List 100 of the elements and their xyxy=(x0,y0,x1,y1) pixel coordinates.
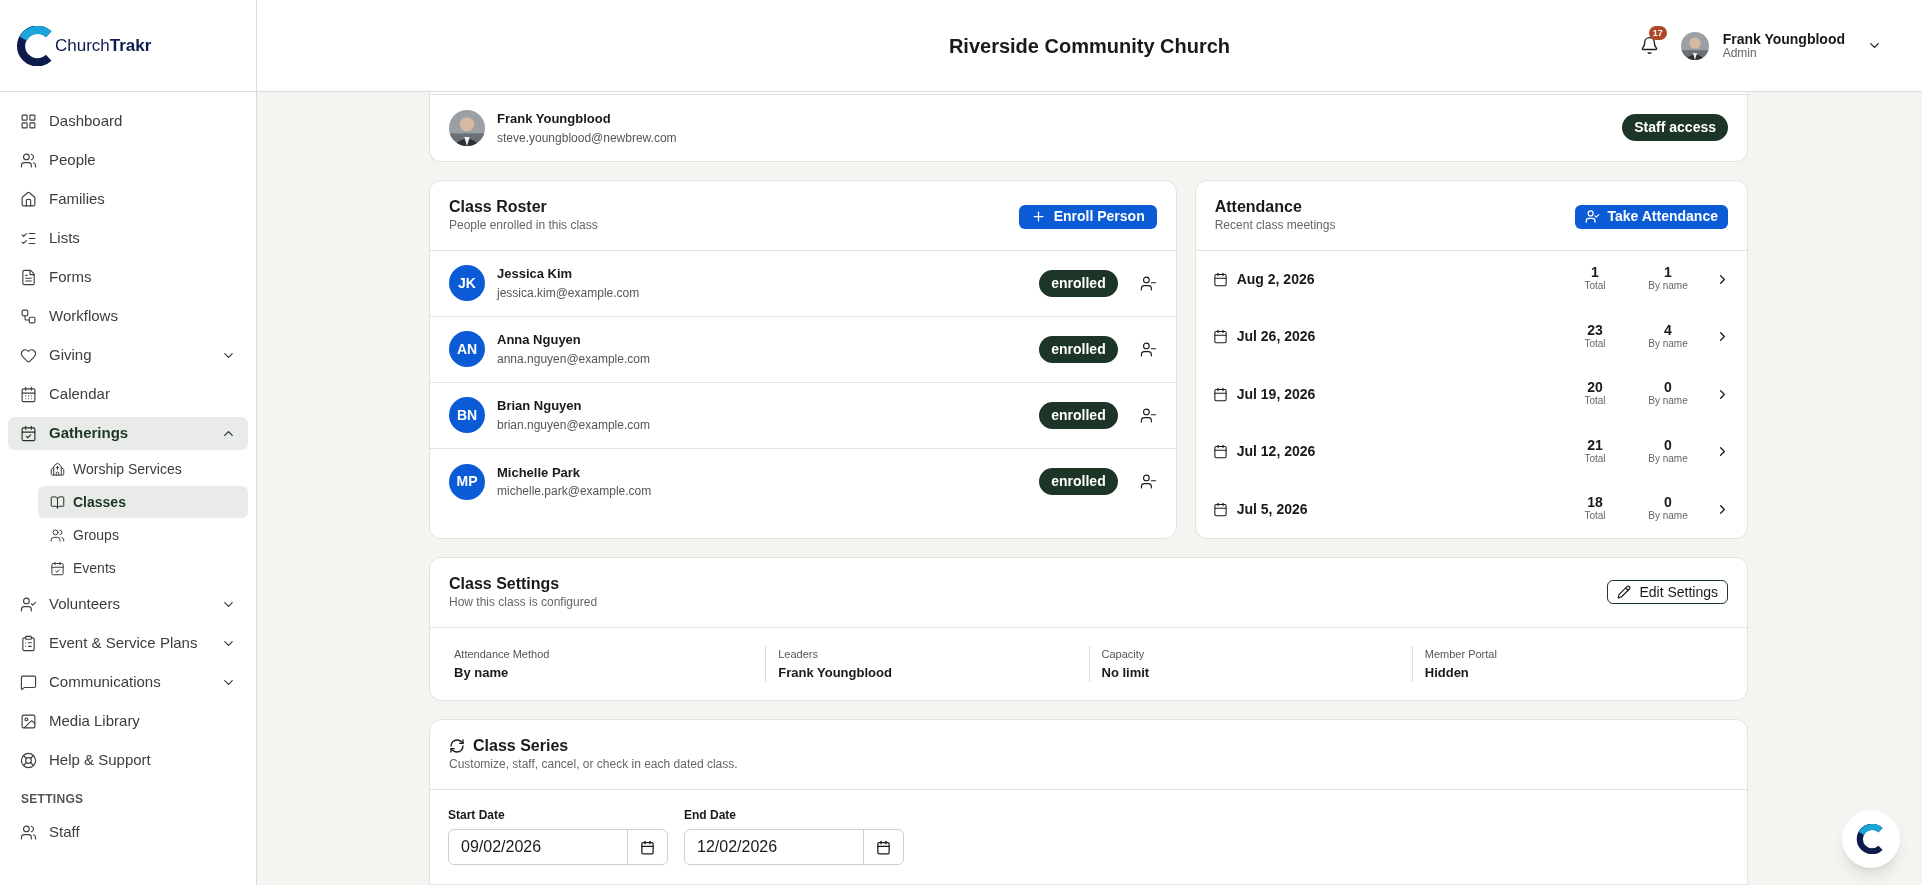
status-badge: enrolled xyxy=(1039,269,1118,297)
image-icon xyxy=(20,713,37,730)
remove-person-icon[interactable] xyxy=(1139,274,1157,292)
remove-person-icon[interactable] xyxy=(1139,340,1157,358)
sidebar-item[interactable]: Communications xyxy=(8,666,248,699)
by-name-label: By name xyxy=(1648,336,1688,351)
sidebar-item[interactable]: People xyxy=(8,144,248,177)
lifebuoy-icon xyxy=(20,752,37,769)
user-name[interactable]: Frank Youngblood xyxy=(1722,31,1845,46)
person-email: jessica.kim@example.com xyxy=(497,284,640,302)
setting-value: Frank Youngblood xyxy=(778,663,893,682)
person-check-icon xyxy=(1584,209,1600,224)
sidebar-item[interactable]: Media Library xyxy=(8,705,248,738)
status-badge: enrolled xyxy=(1039,401,1118,429)
meeting-row[interactable]: Aug 2, 2026 1 Total 1 By name xyxy=(1195,250,1747,308)
edit-settings-button[interactable]: Edit Settings xyxy=(1607,580,1728,604)
person-email: michelle.park@example.com xyxy=(497,483,652,501)
calendar-icon xyxy=(1212,444,1228,460)
enroll-button[interactable]: Enroll Person xyxy=(1018,204,1157,229)
by-name-count: 0 xyxy=(1664,495,1672,510)
sidebar-item[interactable]: Lists xyxy=(8,222,248,255)
sidebar-item[interactable]: Forms xyxy=(8,261,248,294)
initials-avatar: JK xyxy=(449,265,485,301)
remove-person-icon[interactable] xyxy=(1139,473,1157,490)
total-label: Total xyxy=(1584,336,1606,351)
setting-label: Capacity xyxy=(1101,647,1146,662)
sidebar-item[interactable]: Event & Service Plans xyxy=(8,627,248,660)
by-name-label: By name xyxy=(1648,394,1688,409)
people-icon xyxy=(20,824,37,841)
refresh-icon xyxy=(449,738,465,754)
total-count: 21 xyxy=(1587,437,1603,452)
sidebar-subitem[interactable]: Groups xyxy=(38,519,248,551)
person-check-icon xyxy=(20,596,37,613)
meeting-date: Aug 2, 2026 xyxy=(1236,269,1315,289)
initials-avatar: AN xyxy=(449,331,485,367)
status-badge: enrolled xyxy=(1039,468,1118,495)
meeting-date: Jul 26, 2026 xyxy=(1236,327,1316,347)
sidebar-item[interactable]: Gatherings xyxy=(8,417,248,450)
brand-name[interactable]: ChurchTrakr xyxy=(55,32,152,59)
user-role: Admin xyxy=(1722,45,1758,60)
card-title: Class Settings xyxy=(449,575,560,593)
initials-avatar: BN xyxy=(449,397,485,433)
grid-icon xyxy=(20,113,37,130)
meeting-row[interactable]: Jul 12, 2026 21 Total 0 By name xyxy=(1195,423,1747,481)
sidebar-item[interactable]: Help & Support xyxy=(8,744,248,777)
calendar-icon xyxy=(876,839,891,855)
chat-icon xyxy=(20,674,37,691)
calendar-check-icon xyxy=(50,560,65,576)
total-count: 20 xyxy=(1587,380,1603,395)
sidebar-subitem[interactable]: Events xyxy=(38,552,248,584)
card-title: Class Roster xyxy=(449,197,547,216)
by-name-label: By name xyxy=(1648,279,1688,294)
meeting-row[interactable]: Jul 26, 2026 23 Total 4 By name xyxy=(1195,308,1747,366)
calendar-icon xyxy=(640,839,655,855)
by-name-label: By name xyxy=(1648,451,1688,466)
meeting-row[interactable]: Jul 19, 2026 20 Total 0 By name xyxy=(1195,365,1747,423)
setting-value: Hidden xyxy=(1424,663,1470,682)
total-label: Total xyxy=(1584,279,1606,294)
date-field[interactable]: 09/02/2026 xyxy=(448,829,668,865)
book-icon xyxy=(50,494,65,510)
setting-value: By name xyxy=(454,663,510,682)
total-count: 18 xyxy=(1587,495,1603,510)
card-title: Attendance xyxy=(1214,197,1302,216)
person-name: Jessica Kim xyxy=(497,265,574,284)
person-email: brian.nguyen@example.com xyxy=(497,416,650,434)
checklist-icon xyxy=(20,230,37,247)
calendar-icon xyxy=(20,386,37,403)
sidebar-item[interactable]: Giving xyxy=(8,339,248,372)
remove-person-icon[interactable] xyxy=(1139,406,1157,424)
help-chat-button[interactable] xyxy=(1842,810,1900,868)
total-count: 1 xyxy=(1591,265,1599,280)
sidebar-item[interactable]: Dashboard xyxy=(8,105,248,138)
people-icon xyxy=(20,152,37,169)
clipboard-icon xyxy=(20,635,37,652)
sidebar-subitem[interactable]: Classes xyxy=(38,486,248,518)
calendar-icon xyxy=(1212,271,1228,287)
by-name-count: 0 xyxy=(1664,437,1672,452)
sidebar-item[interactable]: Families xyxy=(8,183,248,216)
by-name-count: 1 xyxy=(1664,265,1672,280)
sidebar-subitem[interactable]: Worship Services xyxy=(38,453,248,485)
building-icon xyxy=(50,461,65,477)
heart-icon xyxy=(20,347,37,364)
sidebar-item[interactable]: Workflows xyxy=(8,300,248,333)
take-attendance-button[interactable]: Take Attendance xyxy=(1574,204,1728,229)
card-subtitle: How this class is configured xyxy=(449,594,598,611)
total-label: Total xyxy=(1584,451,1606,466)
sidebar-item[interactable]: Volunteers xyxy=(8,588,248,621)
card-subtitle: People enrolled in this class xyxy=(449,216,598,234)
plus-icon xyxy=(1030,209,1046,224)
bell-icon[interactable] xyxy=(1639,36,1659,55)
pencil-icon xyxy=(1617,585,1632,599)
person-email: anna.nguyen@example.com xyxy=(497,350,650,368)
calendar-check-icon xyxy=(20,425,37,442)
sidebar-item[interactable]: Staff xyxy=(8,816,248,849)
calendar-icon xyxy=(1212,501,1228,517)
date-label: End Date xyxy=(684,807,737,824)
page-title: Riverside Community Church xyxy=(948,33,1231,59)
sidebar-item[interactable]: Calendar xyxy=(8,378,248,411)
date-field[interactable]: 12/02/2026 xyxy=(684,829,904,865)
meeting-row[interactable]: Jul 5, 2026 18 Total 0 By name xyxy=(1195,480,1747,538)
